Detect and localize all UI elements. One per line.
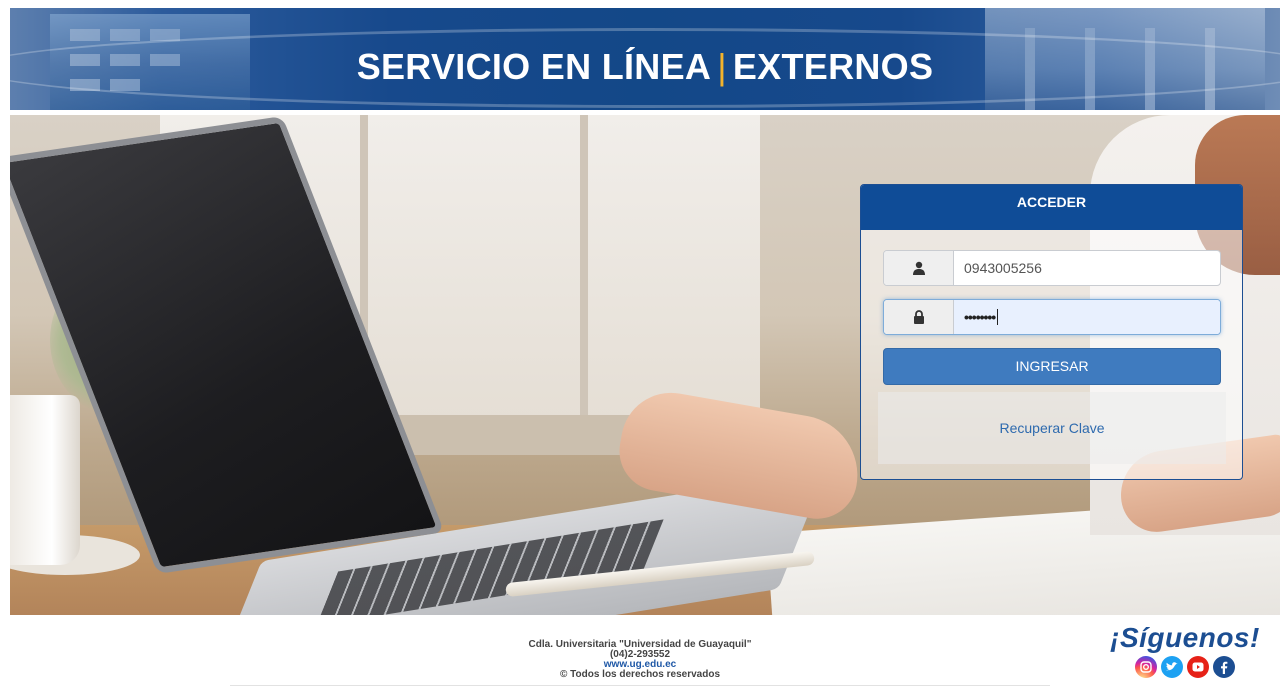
user-icon [912,261,925,275]
login-header: ACCEDER [861,185,1242,230]
facebook-icon[interactable] [1213,656,1235,678]
username-field[interactable]: 0943005256 [883,250,1221,286]
recover-section: Recuperar Clave [878,392,1226,464]
username-input[interactable]: 0943005256 [954,251,1220,285]
instagram-icon[interactable] [1135,656,1157,678]
title-left: SERVICIO EN LÍNEA [356,46,712,87]
social-follow: ¡Síguenos! [1100,622,1270,678]
password-mask: •••••••• [964,309,996,325]
password-input[interactable]: •••••••• [954,300,1220,334]
footer-rights: © Todos los derechos reservados [559,669,720,680]
username-addon [884,251,954,285]
footer-info: Cdla. Universitaria "Universidad de Guay… [430,640,850,680]
title-separator: | [717,46,727,87]
text-caret [997,309,999,325]
title-right: EXTERNOS [732,46,934,87]
footer-divider [230,685,1050,686]
follow-title: ¡Síguenos! [1110,622,1260,653]
login-panel: ACCEDER 0943005256 •••••••• INGRESAR Rec… [860,184,1243,480]
password-addon [884,300,954,334]
page-title: SERVICIO EN LÍNEA | EXTERNOS [10,46,1280,88]
password-field[interactable]: •••••••• [883,299,1221,335]
social-icons [1100,656,1270,678]
ingresar-button[interactable]: INGRESAR [883,348,1221,385]
lock-icon [913,310,924,324]
youtube-icon[interactable] [1187,656,1209,678]
recover-password-link[interactable]: Recuperar Clave [999,420,1104,436]
coffee-mug [10,395,80,565]
twitter-icon[interactable] [1161,656,1183,678]
header-banner: SERVICIO EN LÍNEA | EXTERNOS [10,8,1280,110]
